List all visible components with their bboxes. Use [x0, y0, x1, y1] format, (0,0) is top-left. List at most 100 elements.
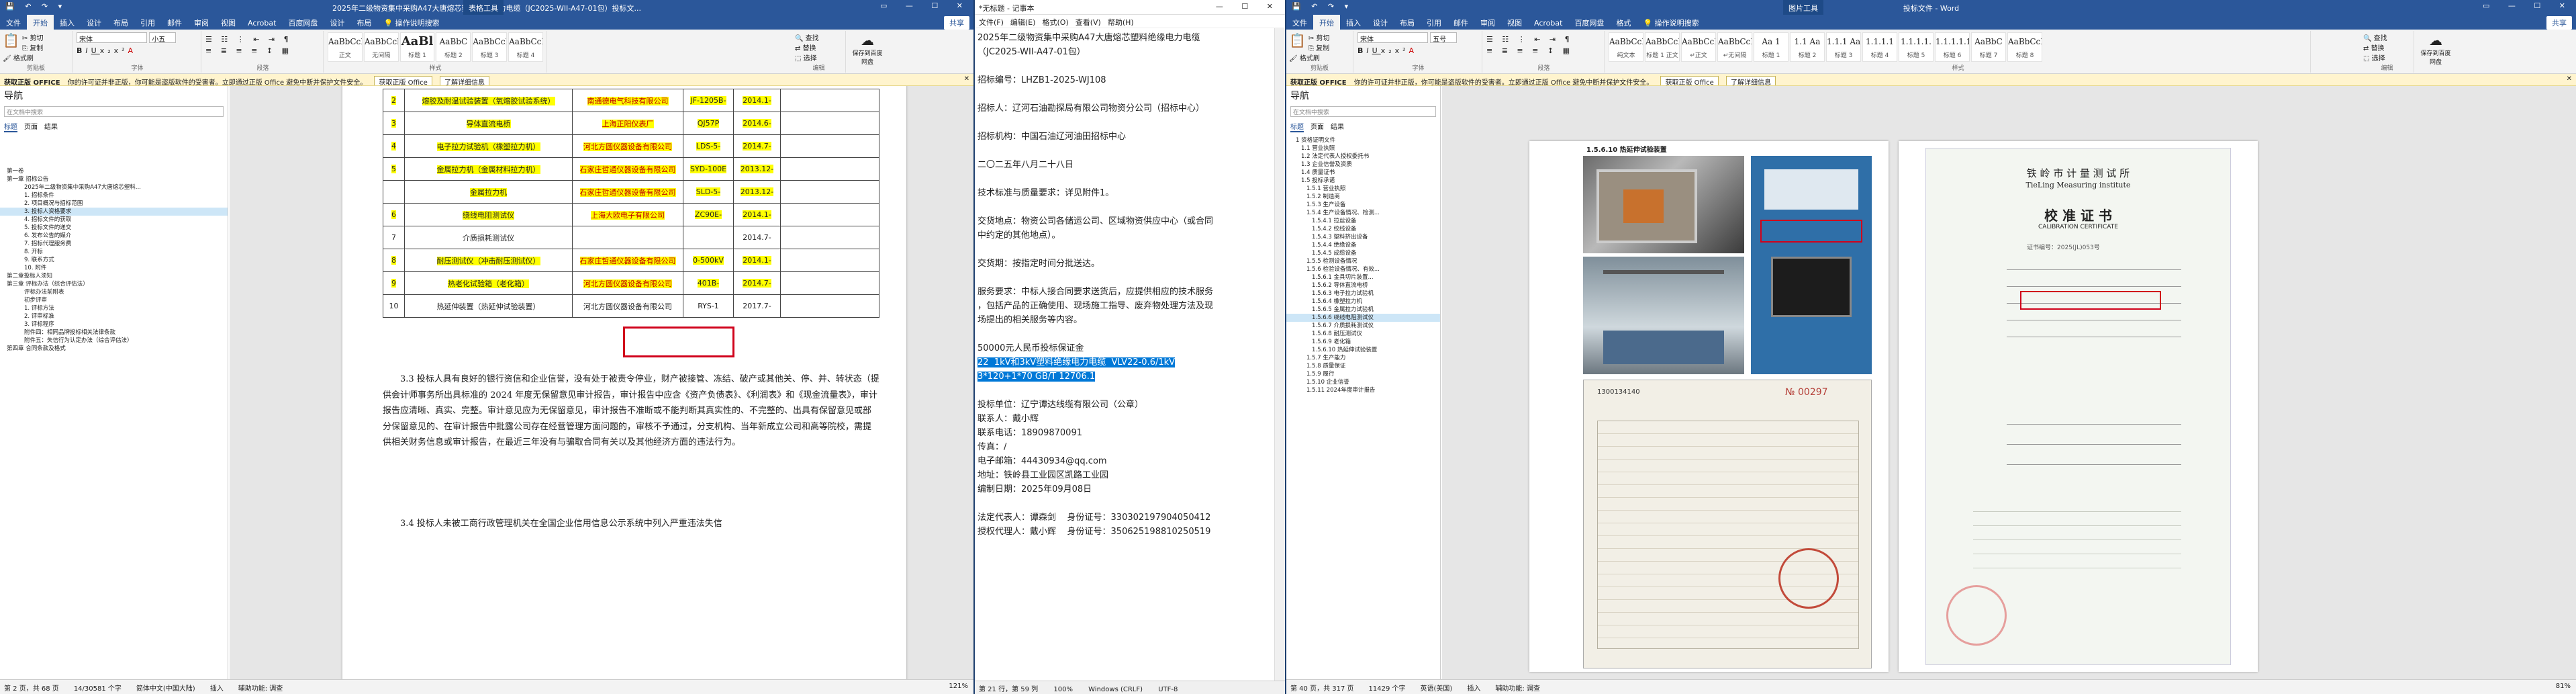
save-baidu-button[interactable]: ☁ 保存到百度网盘 [2416, 31, 2456, 73]
nav-item[interactable]: 3. 投标人资格要求 [0, 208, 228, 216]
nav-item[interactable]: 1.5.11 2024年度审计报告 [1286, 386, 1440, 394]
nav-item[interactable]: 5. 投标文件的递交 [0, 224, 228, 232]
nav-item[interactable]: 2. 评审标准 [0, 312, 228, 320]
close-icon[interactable]: ✕ [2567, 75, 2572, 83]
nav-item[interactable]: 初步评审 [0, 296, 228, 304]
window-controls[interactable]: — ☐ ✕ [1216, 2, 1281, 11]
nav-item[interactable]: 2025年二级物资集中采购A47大唐熔芯塑料... [0, 183, 228, 191]
paste-icon[interactable]: 📋 [3, 32, 19, 48]
nav-item[interactable]: 1.5.6.7 介质损耗测试仪 [1286, 322, 1440, 330]
tab-11[interactable]: 设计 [324, 15, 350, 31]
nav-item[interactable]: 附件四：相同品牌投标相关法律条款 [0, 329, 228, 337]
menu-item[interactable]: 查看(V) [1076, 18, 1101, 27]
nav-item[interactable]: 1.5.6.3 电子拉力试验机 [1286, 290, 1440, 298]
menu-item[interactable]: 帮助(H) [1108, 18, 1134, 27]
nav-item[interactable]: 8. 开标 [0, 248, 228, 256]
style-gallery-item[interactable]: 1.1.1.1.1 标题 6 [1935, 32, 1970, 62]
nav-item[interactable]: 1. 评标方法 [0, 304, 228, 312]
style-gallery-item[interactable]: AaBbCcE 标题 3 [472, 32, 508, 62]
nav-item[interactable]: 1.5.6.10 热延伸试验装置 [1286, 346, 1440, 354]
style-gallery-item[interactable]: 1.1.1.1 标题 4 [1862, 32, 1897, 62]
nav-item[interactable]: 1.5.6.8 耐压测试仪 [1286, 330, 1440, 338]
list-buttons[interactable]: ☰ ☷ ⋮ ⇤ ⇥ ¶ [1486, 35, 1601, 44]
nav-item[interactable]: 1.5.4.3 塑料挤出设备 [1286, 233, 1440, 241]
style-gallery-item[interactable]: Aa 1 标题 1 [1754, 32, 1788, 62]
tab-2[interactable]: 插入 [1340, 15, 1367, 31]
nav-search-input[interactable]: 在文档中搜索 [1290, 106, 1436, 117]
replace-button[interactable]: ⇄ 替换 [2363, 42, 2411, 52]
nav-item[interactable]: 3. 评标程序 [0, 320, 228, 329]
paste-icon[interactable]: 📋 [1289, 32, 1306, 48]
nav-item[interactable]: 1.5.3 生产设备 [1286, 201, 1440, 209]
notepad-text[interactable]: 2025年二级物资集中采购A47大唐熔芯塑料绝缘电力电缆 （JC2025-WII… [975, 28, 1274, 681]
nav-item[interactable]: 评标办法前附表 [0, 288, 228, 296]
nav-item[interactable]: 1.4 质量证书 [1286, 169, 1440, 177]
close-icon[interactable]: ✕ [964, 75, 969, 83]
nav-item[interactable]: 1.5.4.5 成缆设备 [1286, 249, 1440, 257]
zoom-level[interactable]: 121% [949, 683, 968, 690]
replace-button[interactable]: ⇄ 替换 [795, 42, 843, 52]
share-button[interactable]: 共享 [2546, 16, 2572, 30]
nav-item[interactable]: 第一章 招标公告 [0, 175, 228, 183]
get-office-button[interactable]: 获取正版 Office [1660, 76, 1719, 85]
menu-item[interactable]: 文件(F) [979, 18, 1004, 27]
vertical-scrollbar[interactable] [1274, 28, 1285, 681]
nav-item[interactable]: 10. 附件 [0, 264, 228, 272]
nav-item[interactable]: 1.5.6.9 老化箱 [1286, 338, 1440, 346]
nav-tab[interactable]: 标题 [4, 124, 17, 132]
style-gallery-item[interactable]: 1.1 Aa 标题 2 [1790, 32, 1825, 62]
nav-item[interactable]: 1.3 企业信誉及资质 [1286, 161, 1440, 169]
nav-item[interactable]: 7. 招标代理服务费 [0, 240, 228, 248]
tab-0[interactable]: 文件 [1286, 15, 1313, 31]
tell-me-search[interactable]: 💡 操作说明搜索 [1637, 15, 1705, 31]
nav-item[interactable]: 第一卷 [0, 167, 228, 175]
tab-8[interactable]: 视图 [215, 15, 242, 31]
tab-5[interactable]: 引用 [134, 15, 161, 31]
nav-item[interactable]: 1.5.9 履行 [1286, 370, 1440, 378]
tab-11[interactable]: 格式 [1610, 15, 1637, 31]
find-button[interactable]: 🔍 查找 [2363, 32, 2411, 42]
font-name-box[interactable]: 宋体 [77, 32, 147, 44]
tab-3[interactable]: 设计 [81, 15, 107, 31]
nav-item[interactable]: 1.5 投标承诺 [1286, 177, 1440, 185]
nav-item[interactable]: 1.5.4.1 拉丝设备 [1286, 217, 1440, 225]
style-gallery-item[interactable]: AaBbC 标题 7 [1971, 32, 2006, 62]
tab-4[interactable]: 布局 [107, 15, 134, 31]
nav-item[interactable]: 1.5.7 生产能力 [1286, 354, 1440, 362]
nav-item[interactable]: 1.5.2 制造商 [1286, 193, 1440, 201]
nav-item[interactable]: 1.2 法定代表人授权委托书 [1286, 153, 1440, 161]
nav-item[interactable]: 1.5.1 营业执照 [1286, 185, 1440, 193]
tell-me-search[interactable]: 💡 操作说明搜索 [377, 15, 445, 31]
tab-1[interactable]: 开始 [1313, 15, 1340, 31]
nav-item[interactable]: 1.5.10 企业信誉 [1286, 378, 1440, 386]
style-gallery-item[interactable]: AaBl 标题 1 [399, 32, 435, 62]
tab-9[interactable]: Acrobat [1528, 16, 1568, 30]
align-buttons[interactable]: ≡ ≣ ≡ ≡ ↕ ▦ [1486, 46, 1601, 55]
tab-6[interactable]: 邮件 [1447, 15, 1474, 31]
nav-tab[interactable]: 标题 [1290, 124, 1304, 132]
learn-more-button[interactable]: 了解详细信息 [440, 76, 490, 85]
nav-item[interactable]: 附件五：失信行为认定办法（综合评估法） [0, 337, 228, 345]
format-buttons[interactable]: BIUx₂x²A [1357, 46, 1479, 55]
tab-7[interactable]: 审阅 [188, 15, 215, 31]
nav-item[interactable]: 1.5.6.6 绕线电阻测试仪 [1286, 314, 1440, 322]
nav-item[interactable]: 第四章 合同条款及格式 [0, 345, 228, 353]
select-button[interactable]: ⬚ 选择 [795, 52, 843, 62]
learn-more-button[interactable]: 了解详细信息 [1726, 76, 1776, 85]
tab-1[interactable]: 开始 [27, 15, 54, 31]
style-gallery-item[interactable]: AaBbCcI 标题 4 [508, 32, 543, 62]
window-controls[interactable]: ▭ — ☐ ✕ [880, 1, 971, 10]
nav-search-input[interactable]: 在文档中搜索 [4, 106, 224, 117]
format-painter-button[interactable]: 🖌 格式刷 [1289, 52, 1350, 62]
nav-tab[interactable]: 结果 [1331, 124, 1344, 131]
tab-5[interactable]: 引用 [1421, 15, 1447, 31]
nav-item[interactable]: 2. 项目概况与招标范围 [0, 200, 228, 208]
get-office-button[interactable]: 获取正版 Office [374, 76, 432, 85]
nav-item[interactable]: 第二章投标人须知 [0, 272, 228, 280]
window-controls[interactable]: ▭ — ☐ ✕ [2483, 1, 2573, 10]
font-size-box[interactable]: 小五 [149, 32, 177, 44]
nav-item[interactable]: 1.5.6.2 导体直流电桥 [1286, 281, 1440, 290]
font-size-box[interactable]: 五号 [1430, 32, 1458, 44]
format-buttons[interactable]: BIUx₂x²A [77, 46, 198, 55]
format-painter-button[interactable]: 🖌 格式刷 [3, 52, 69, 62]
